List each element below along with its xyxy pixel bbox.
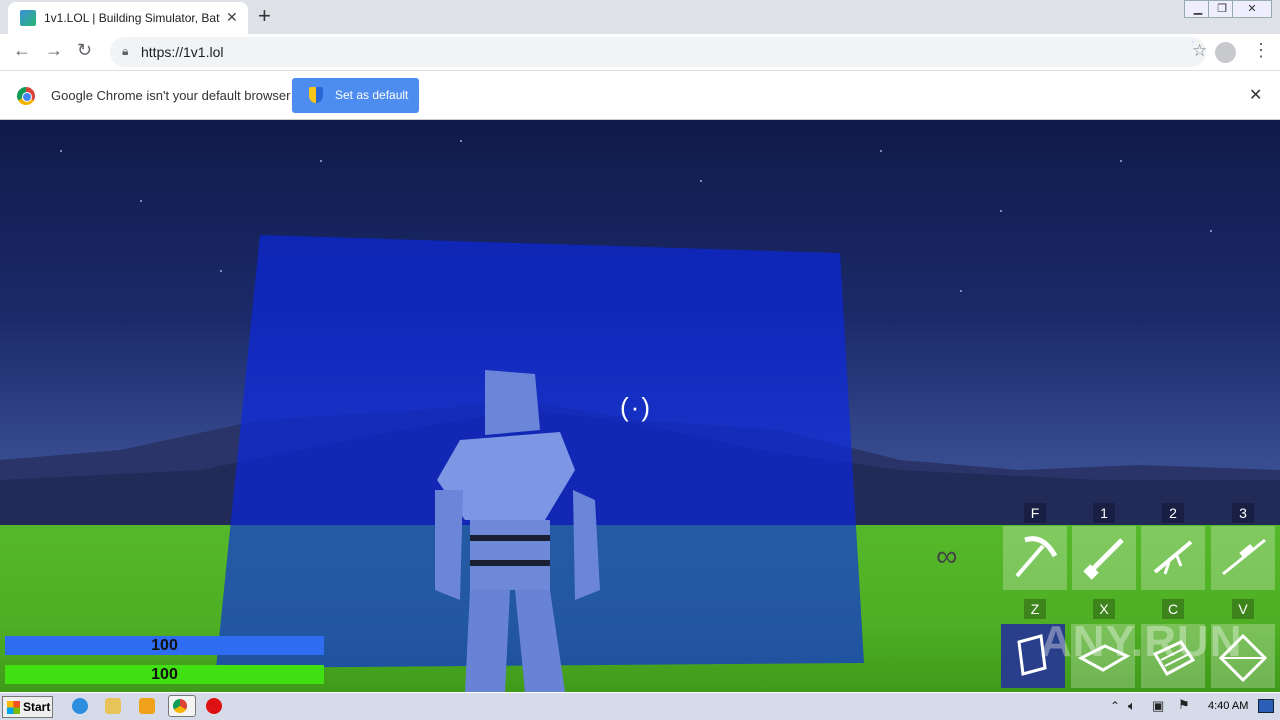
weapon-slot-sniper[interactable] [1211,526,1275,590]
build-key-v: V [1232,599,1254,619]
default-browser-infobar: Google Chrome isn't your default browser… [0,71,1280,120]
sniper-rifle-icon [1222,538,1266,576]
media-player-icon[interactable] [139,698,155,714]
chrome-taskbar-icon [173,699,187,713]
weapon-key-1: 1 [1093,503,1115,523]
volume-icon[interactable]: 🔈︎ [1128,698,1136,714]
weapon-key-f: F [1024,503,1046,523]
shield-value: 100 [151,666,178,683]
infinite-ammo-icon: ∞ [936,540,958,573]
browser-toolbar: ← → ↻ 🔒︎ https://1v1.lol ☆ ⋮ [0,34,1280,71]
build-key-z: Z [1024,599,1046,619]
new-tab-icon[interactable]: + [258,3,271,29]
chrome-logo-icon [17,87,35,105]
url-text[interactable]: https://1v1.lol [141,44,224,60]
shield-bar: 100 [5,665,324,684]
build-key-x: X [1093,599,1115,619]
address-bar[interactable]: 🔒︎ https://1v1.lol ☆ [110,37,1207,67]
menu-dots-icon[interactable]: ⋮ [1252,40,1270,61]
infobar-close-icon[interactable]: ✕ [1249,85,1262,105]
tab-favicon-icon [20,10,36,26]
reload-icon[interactable]: ↻ [77,40,92,61]
tab-strip: 1v1.LOL | Building Simulator, Battle R ✕… [0,0,1280,34]
weapon-slot-pickaxe[interactable] [1003,526,1067,590]
health-bar: 100 [5,636,324,655]
weapon-slot-shotgun[interactable] [1072,526,1136,590]
windows-logo-icon [7,701,20,714]
tab-title: 1v1.LOL | Building Simulator, Battle R [44,11,220,25]
show-desktop-icon[interactable] [1258,699,1274,713]
network-icon[interactable]: ▣ [1152,698,1164,714]
assault-rifle-icon [1153,540,1193,575]
build-key-c: C [1162,599,1184,619]
crosshair-icon: (·) [620,392,652,422]
health-value: 100 [151,637,178,654]
forward-icon[interactable]: → [45,40,63,61]
action-center-flag-icon[interactable]: ⚑ [1178,697,1190,713]
anyrun-watermark: ANY.RUN [1040,617,1243,666]
infobar-message: Google Chrome isn't your default browser [51,88,291,103]
profile-avatar-icon[interactable] [1215,42,1236,63]
game-canvas[interactable]: (·) 100 100 ∞ F 1 2 3 Z X C V ANY.RUN [0,120,1280,692]
weapon-slot-assault-rifle[interactable] [1141,526,1205,590]
file-explorer-icon[interactable] [105,698,121,714]
bookmark-star-icon[interactable]: ☆ [1192,41,1207,60]
uac-shield-icon [309,87,323,103]
close-window-icon[interactable]: ✕ [1232,0,1272,18]
start-button[interactable]: Start [2,696,53,718]
player-character [435,370,600,692]
set-as-default-button[interactable]: Set as default [292,78,419,113]
set-as-default-label: Set as default [335,88,409,102]
weapon-key-2: 2 [1162,503,1184,523]
pickaxe-icon [1015,536,1058,578]
browser-tab[interactable]: 1v1.LOL | Building Simulator, Battle R ✕ [8,2,248,34]
tab-close-icon[interactable]: ✕ [226,9,238,26]
shotgun-icon [1083,538,1124,580]
windows-taskbar: Start ⌃ 🔈︎ ▣ ⚑ 4:40 AM [0,692,1280,720]
taskbar-clock[interactable]: 4:40 AM [1208,700,1248,712]
internet-explorer-icon[interactable] [72,698,88,714]
tray-arrow-icon[interactable]: ⌃ [1110,699,1120,713]
stop-icon[interactable] [206,698,222,714]
back-icon[interactable]: ← [13,40,31,61]
lock-icon[interactable]: 🔒︎ [122,44,128,59]
start-label: Start [23,700,51,714]
weapon-key-3: 3 [1232,503,1254,523]
